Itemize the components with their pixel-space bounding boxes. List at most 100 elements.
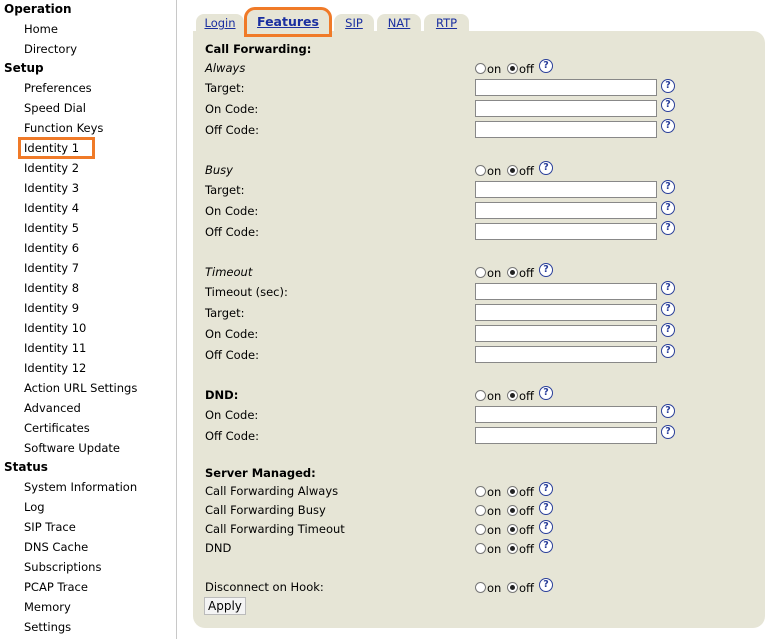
sidebar-item-identity-7[interactable]: Identity 7 [24,261,79,275]
sm-cf-busy-off-radio[interactable] [506,505,518,516]
sidebar-item-preferences[interactable]: Preferences [24,81,92,95]
help-icon[interactable]: ? [661,221,675,235]
sidebar-item-identity-4[interactable]: Identity 4 [24,201,79,215]
always-off-radio[interactable] [506,63,518,74]
help-icon[interactable]: ? [661,404,675,418]
dnd-on-radio[interactable] [475,390,486,401]
sidebar-item-identity-12[interactable]: Identity 12 [24,361,86,375]
timeout-target-field[interactable] [475,304,657,321]
always-on-code-field[interactable] [475,100,657,117]
dnd-on-code-field[interactable] [475,406,657,423]
sidebar-item-identity-8[interactable]: Identity 8 [24,281,79,295]
sidebar-item-function-keys[interactable]: Function Keys [24,121,103,135]
sidebar-item-log[interactable]: Log [24,500,45,514]
timeout-off-code-field[interactable] [475,346,657,363]
help-icon[interactable]: ? [661,425,675,439]
tab-nat[interactable]: NAT [377,14,421,32]
help-icon[interactable]: ? [661,344,675,358]
help-icon[interactable]: ? [661,119,675,133]
busy-off-radio[interactable] [506,165,518,176]
disconnect-off-radio[interactable] [506,582,518,593]
tab-sip-link[interactable]: SIP [345,16,363,30]
sidebar-item-action-url-settings[interactable]: Action URL Settings [24,381,137,395]
help-icon[interactable]: ? [661,98,675,112]
tab-rtp-link[interactable]: RTP [436,16,457,30]
timeout-target-label: Target: [205,306,245,320]
sidebar-section-status: Status [4,460,48,474]
sidebar-item-settings[interactable]: Settings [24,620,71,634]
help-icon[interactable]: ? [539,520,553,534]
timeout-on-code-label: On Code: [205,327,259,341]
tab-features[interactable]: Features [244,7,332,37]
help-icon[interactable]: ? [661,201,675,215]
sm-cf-timeout-label: Call Forwarding Timeout [205,522,345,536]
sidebar-item-software-update[interactable]: Software Update [24,441,120,455]
busy-on-code-field[interactable] [475,202,657,219]
sm-dnd-toggle: on off [475,541,536,556]
sidebar-item-dns-cache[interactable]: DNS Cache [24,540,88,554]
sidebar-item-system-information[interactable]: System Information [24,480,137,494]
sidebar-item-home[interactable]: Home [24,22,58,36]
help-icon[interactable]: ? [539,578,553,592]
tab-sip[interactable]: SIP [334,14,374,32]
help-icon[interactable]: ? [661,323,675,337]
help-icon[interactable]: ? [661,302,675,316]
sm-cf-timeout-off-radio[interactable] [506,524,518,535]
sidebar-item-identity-2[interactable]: Identity 2 [24,161,79,175]
busy-on-radio[interactable] [475,165,486,176]
sidebar-item-certificates[interactable]: Certificates [24,421,90,435]
help-icon[interactable]: ? [539,501,553,515]
sidebar-item-identity-9[interactable]: Identity 9 [24,301,79,315]
help-icon[interactable]: ? [539,161,553,175]
sidebar-item-directory[interactable]: Directory [24,42,77,56]
sidebar-item-identity-5[interactable]: Identity 5 [24,221,79,235]
tab-login[interactable]: Login [196,14,244,32]
sm-dnd-off-radio[interactable] [506,543,518,554]
always-on-radio[interactable] [475,63,486,74]
help-icon[interactable]: ? [539,386,553,400]
busy-off-code-field[interactable] [475,223,657,240]
sidebar-item-identity-6[interactable]: Identity 6 [24,241,79,255]
sm-cf-always-on-radio[interactable] [475,486,486,497]
disconnect-on-radio[interactable] [475,582,486,593]
sm-cf-busy-on-radio[interactable] [475,505,486,516]
tab-nat-link[interactable]: NAT [388,16,411,30]
always-off-code-field[interactable] [475,121,657,138]
help-icon[interactable]: ? [539,539,553,553]
sidebar-item-memory[interactable]: Memory [24,600,71,614]
sidebar-item-subscriptions[interactable]: Subscriptions [24,560,101,574]
tab-features-link[interactable]: Features [257,14,319,29]
always-target-field[interactable] [475,79,657,96]
sm-dnd-on-radio[interactable] [475,543,486,554]
help-icon[interactable]: ? [539,59,553,73]
sm-cf-timeout-on-radio[interactable] [475,524,486,535]
help-icon[interactable]: ? [661,281,675,295]
dnd-toggle: on off [475,388,536,403]
tab-login-link[interactable]: Login [204,16,235,30]
dnd-off-code-field[interactable] [475,427,657,444]
timeout-sec-field[interactable] [475,283,657,300]
timeout-on-radio[interactable] [475,267,486,278]
help-icon[interactable]: ? [661,180,675,194]
apply-button[interactable]: Apply [204,597,246,615]
sidebar-section-operation: Operation [4,2,72,16]
sidebar-item-identity-11[interactable]: Identity 11 [24,341,86,355]
sidebar-item-advanced[interactable]: Advanced [24,401,81,415]
sidebar-item-identity-3[interactable]: Identity 3 [24,181,79,195]
sidebar-item-identity-10[interactable]: Identity 10 [24,321,86,335]
help-icon[interactable]: ? [539,263,553,277]
timeout-on-code-field[interactable] [475,325,657,342]
sidebar-item-speed-dial[interactable]: Speed Dial [24,101,86,115]
sidebar-item-sip-trace[interactable]: SIP Trace [24,520,76,534]
timeout-off-radio[interactable] [506,267,518,278]
dnd-off-radio[interactable] [506,390,518,401]
sidebar-item-identity-1[interactable]: Identity 1 [17,137,96,159]
sm-cf-always-off-radio[interactable] [506,486,518,497]
sidebar-item-pcap-trace[interactable]: PCAP Trace [24,580,88,594]
busy-target-field[interactable] [475,181,657,198]
help-icon[interactable]: ? [661,79,675,93]
help-icon[interactable]: ? [539,482,553,496]
tab-rtp[interactable]: RTP [424,14,469,32]
sm-cf-timeout-toggle: on off [475,522,536,537]
timeout-off-text: off [518,265,534,280]
